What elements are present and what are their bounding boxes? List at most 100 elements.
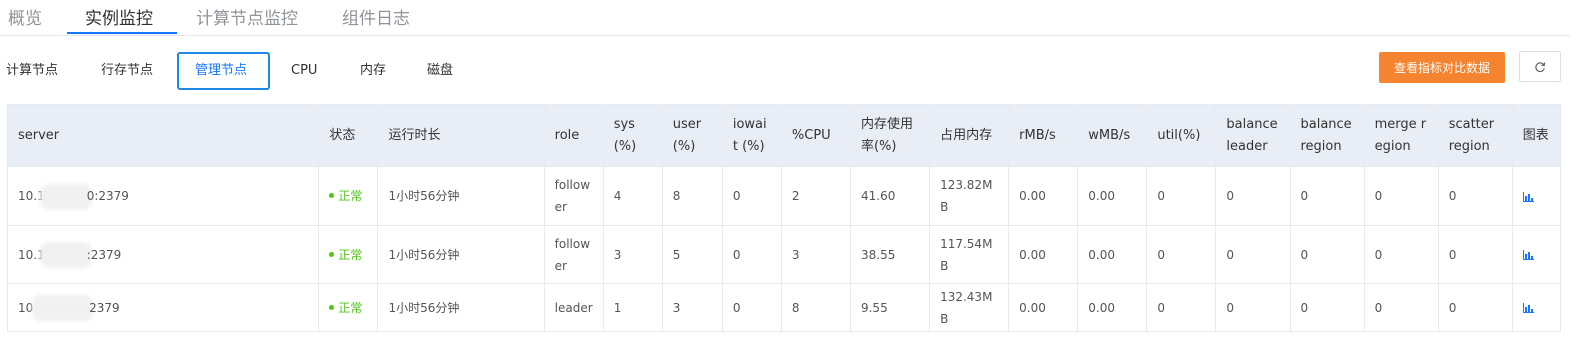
mem-used-cell: 132.43MB [929, 283, 1010, 332]
wmbs-cell: 0.00 [1077, 283, 1148, 332]
server-cell: 10. 2379 [6, 283, 320, 332]
role-cell: follower [543, 166, 604, 226]
balance-region-cell: 0 [1289, 283, 1365, 332]
uptime-cell: 1小时56分钟 [377, 225, 545, 284]
cpu-cell: 8 [780, 283, 851, 332]
col-header-merge-region: merge region [1363, 104, 1439, 167]
chart-cell [1511, 166, 1562, 226]
bar-chart-icon[interactable] [1522, 250, 1534, 260]
node-metrics-table: server 状态 运行时长 role sys (%) user (%) iow… [6, 104, 1562, 332]
server-prefix: 10.1 [18, 247, 45, 262]
status-badge: 正常 [329, 189, 362, 203]
col-header-scatter-region: scatter region [1437, 104, 1513, 167]
col-header-iowait: iowait (%) [721, 104, 782, 167]
mem-used-cell: 117.54MB [929, 225, 1010, 284]
col-header-server: server [6, 104, 320, 167]
balance-leader-cell: 0 [1215, 225, 1291, 284]
server-suffix: 2379 [89, 300, 120, 315]
scatter-region-cell: 0 [1437, 283, 1513, 332]
chart-cell [1511, 283, 1562, 332]
subtab-row-store-node[interactable]: 行存节点 [101, 52, 153, 90]
tab-compute-node-monitor[interactable]: 计算节点监控 [196, 4, 298, 29]
iowait-cell: 0 [721, 225, 782, 284]
uptime-cell: 1小时56分钟 [377, 283, 545, 332]
user-cell: 5 [661, 225, 723, 284]
col-header-status: 状态 [318, 104, 379, 167]
status-text: 正常 [338, 300, 363, 315]
sys-cell: 3 [602, 225, 663, 284]
role-cell: leader [543, 283, 604, 332]
server-cell: 10.1:2379 [6, 225, 320, 284]
col-header-user: user (%) [661, 104, 723, 167]
status-text: 正常 [338, 247, 363, 262]
chart-cell [1511, 225, 1562, 284]
view-metric-comparison-button[interactable]: 查看指标对比数据 [1379, 52, 1505, 83]
redacted-region [42, 245, 89, 265]
table-header-row: server 状态 运行时长 role sys (%) user (%) iow… [6, 104, 1562, 167]
status-badge: 正常 [329, 301, 362, 315]
col-header-rmbs: rMB/s [1008, 104, 1079, 167]
mem-usage-cell: 9.55 [849, 283, 931, 332]
tab-overview[interactable]: 概览 [8, 4, 42, 29]
merge-region-cell: 0 [1363, 283, 1439, 332]
role-cell: follower [543, 225, 604, 284]
col-header-cpu: %CPU [780, 104, 851, 167]
util-cell: 0 [1146, 166, 1217, 226]
mem-usage-cell: 38.55 [849, 225, 931, 284]
subtab-memory[interactable]: 内存 [360, 52, 386, 90]
server-cell: 10.1 0:2379 [6, 166, 320, 226]
subtab-compute-node[interactable]: 计算节点 [6, 52, 58, 90]
rmbs-cell: 0.00 [1008, 166, 1079, 226]
user-cell: 3 [661, 283, 723, 332]
wmbs-cell: 0.00 [1077, 225, 1148, 284]
iowait-cell: 0 [721, 283, 782, 332]
scatter-region-cell: 0 [1437, 166, 1513, 226]
rmbs-cell: 0.00 [1008, 225, 1079, 284]
refresh-button[interactable] [1519, 51, 1561, 82]
sys-cell: 1 [602, 283, 663, 332]
col-header-uptime: 运行时长 [377, 104, 545, 167]
wmbs-cell: 0.00 [1077, 166, 1148, 226]
subtab-management-node[interactable]: 管理节点 [177, 52, 270, 90]
col-header-mem-used: 占用内存 [929, 104, 1010, 167]
status-cell: 正常 [318, 225, 379, 284]
subtab-disk[interactable]: 磁盘 [427, 52, 453, 90]
status-text: 正常 [338, 189, 363, 203]
iowait-cell: 0 [721, 166, 782, 226]
tab-component-logs[interactable]: 组件日志 [342, 4, 410, 29]
balance-leader-cell: 0 [1215, 166, 1291, 226]
bar-chart-icon[interactable] [1522, 303, 1534, 313]
sys-cell: 4 [602, 166, 663, 226]
table-row: 10.1:2379 正常 1小时56分钟 follower 3 5 0 3 38… [6, 225, 1562, 284]
status-dot-icon [329, 193, 335, 198]
status-cell: 正常 [318, 166, 379, 226]
col-header-wmbs: wMB/s [1077, 104, 1148, 167]
util-cell: 0 [1146, 283, 1217, 332]
redacted-region [35, 298, 92, 318]
status-dot-icon [329, 304, 335, 310]
table-row: 10. 2379 正常 1小时56分钟 leader 1 3 0 8 9.55 1… [6, 283, 1562, 332]
col-header-util: util(%) [1146, 104, 1217, 167]
col-header-sys: sys (%) [602, 104, 663, 167]
col-header-balance-leader: balance leader [1215, 104, 1291, 167]
cpu-cell: 2 [780, 166, 851, 226]
bar-chart-icon[interactable] [1522, 191, 1534, 202]
server-suffix: 0:2379 [86, 189, 129, 203]
user-cell: 8 [661, 166, 723, 226]
subtab-cpu[interactable]: CPU [291, 52, 317, 90]
cpu-cell: 3 [780, 225, 851, 284]
col-header-balance-region: balance region [1289, 104, 1365, 167]
balance-region-cell: 0 [1289, 225, 1365, 284]
balance-leader-cell: 0 [1215, 283, 1291, 332]
merge-region-cell: 0 [1363, 225, 1439, 284]
top-tab-bar: 概览 实例监控 计算节点监控 组件日志 [0, 0, 1570, 36]
util-cell: 0 [1146, 225, 1217, 284]
mem-used-cell: 123.82MB [929, 166, 1010, 226]
mem-usage-cell: 41.60 [849, 166, 931, 226]
scatter-region-cell: 0 [1437, 225, 1513, 284]
tab-instance-monitor[interactable]: 实例监控 [85, 4, 153, 29]
uptime-cell: 1小时56分钟 [377, 166, 545, 226]
refresh-icon [1535, 61, 1546, 72]
col-header-chart: 图表 [1511, 104, 1562, 167]
col-header-mem-usage: 内存使用率(%) [849, 104, 931, 167]
